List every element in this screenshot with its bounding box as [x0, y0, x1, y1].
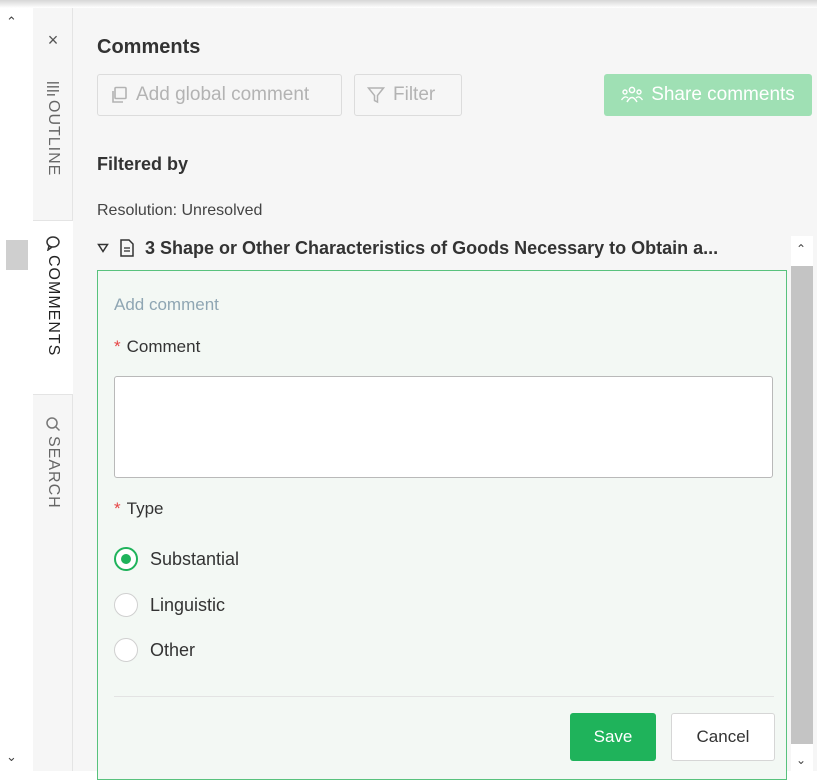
- add-comment-hint: Add comment: [114, 295, 219, 314]
- radio-substantial-label: Substantial: [150, 548, 240, 569]
- filter-resolution-tag: Resolution: Unresolved: [97, 202, 263, 219]
- add-global-comment-button[interactable]: Add global comment: [97, 74, 342, 116]
- outline-icon: [47, 82, 59, 96]
- scroll-up-icon[interactable]: ⌃: [6, 14, 17, 30]
- tab-search[interactable]: SEARCH: [33, 410, 73, 540]
- share-comments-label: Share comments: [651, 84, 795, 105]
- share-comments-button[interactable]: Share comments: [604, 74, 812, 116]
- close-icon[interactable]: ×: [33, 30, 73, 51]
- collapse-triangle-icon[interactable]: [97, 243, 109, 253]
- tab-outline-label: OUTLINE: [45, 100, 62, 177]
- inner-scroll-thumb[interactable]: [791, 266, 813, 744]
- add-global-comment-label: Add global comment: [136, 84, 310, 105]
- type-label-text: Type: [126, 499, 164, 518]
- filter-icon: [367, 87, 385, 104]
- radio-button-selected[interactable]: [114, 547, 138, 571]
- section-title: 3 Shape or Other Characteristics of Good…: [145, 237, 719, 258]
- divider: [114, 696, 774, 697]
- scroll-up-icon[interactable]: ⌃: [796, 242, 806, 256]
- radio-other[interactable]: Other: [114, 638, 195, 662]
- save-button[interactable]: Save: [570, 713, 656, 761]
- radio-linguistic[interactable]: Linguistic: [114, 593, 225, 617]
- required-marker: *: [114, 337, 121, 356]
- tab-outline[interactable]: OUTLINE: [33, 80, 73, 210]
- outer-scrollbar[interactable]: ⌃ ⌄: [0, 8, 28, 771]
- radio-button[interactable]: [114, 638, 138, 662]
- radio-substantial[interactable]: Substantial: [114, 547, 239, 571]
- add-comment-card: Add comment * Comment * Type Substantial L…: [97, 270, 787, 780]
- scroll-down-icon[interactable]: ⌄: [796, 753, 806, 767]
- radio-other-label: Other: [150, 639, 196, 660]
- tab-comments[interactable]: COMMENTS: [33, 220, 73, 395]
- filtered-by-heading: Filtered by: [97, 154, 189, 174]
- scroll-down-icon[interactable]: ⌄: [6, 749, 17, 765]
- inner-scrollbar[interactable]: ⌃ ⌄: [791, 236, 813, 771]
- users-icon: [621, 86, 644, 103]
- tab-search-label: SEARCH: [45, 436, 62, 509]
- comment-label-text: Comment: [126, 337, 201, 356]
- copy-icon: [112, 86, 127, 103]
- top-shadow: [0, 0, 817, 8]
- type-label: * Type: [114, 499, 163, 519]
- search-icon: [46, 417, 61, 432]
- document-icon: [120, 239, 134, 257]
- comment-textarea[interactable]: [114, 376, 773, 478]
- radio-linguistic-label: Linguistic: [150, 594, 226, 615]
- section-header[interactable]: 3 Shape or Other Characteristics of Good…: [97, 234, 812, 262]
- tab-comments-label: COMMENTS: [45, 255, 62, 357]
- comment-bubble-icon: [46, 236, 60, 251]
- cancel-button[interactable]: Cancel: [671, 713, 775, 761]
- filter-label: Filter: [393, 84, 436, 105]
- comments-panel: Comments Add global comment Filter Share…: [73, 8, 817, 780]
- comment-label: * Comment: [114, 337, 200, 357]
- filter-button[interactable]: Filter: [354, 74, 462, 116]
- side-tab-rail: × OUTLINE COMMENTS SEARCH: [33, 8, 73, 771]
- page-title: Comments: [97, 36, 201, 58]
- outer-scroll-thumb[interactable]: [6, 240, 28, 270]
- radio-button[interactable]: [114, 593, 138, 617]
- required-marker: *: [114, 499, 121, 518]
